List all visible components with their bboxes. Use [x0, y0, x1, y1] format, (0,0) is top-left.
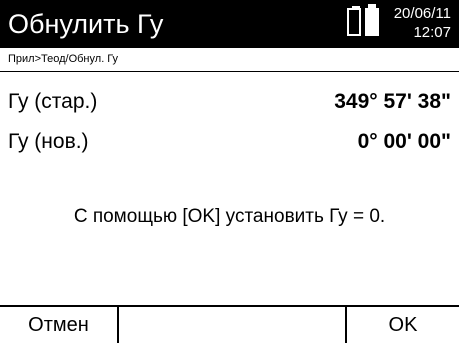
battery-empty-icon [347, 6, 361, 36]
battery-full-icon [365, 4, 379, 36]
instruction-message: С помощью [OK] установить Гу = 0. [73, 206, 386, 227]
breadcrumb: Прил>Теод/Обнул. Гу [8, 53, 119, 65]
new-hz-label: Гу (нов.) [8, 130, 89, 153]
softkey-bar: Отмен OK [0, 305, 459, 343]
new-hz-row: Гу (нов.) 0° 00' 00" [8, 127, 451, 157]
date-display: 20/06/11 [393, 5, 451, 22]
divider [0, 71, 459, 72]
cancel-softkey[interactable]: Отмен [0, 307, 119, 343]
title-bar: Обнулить Гу 20/06/11 12:07 [0, 0, 459, 48]
ok-softkey[interactable]: OK [345, 307, 459, 343]
time-display: 12:07 [413, 24, 451, 41]
old-hz-row: Гу (стар.) 349° 57' 38" [8, 87, 451, 117]
old-hz-value: 349° 57' 38" [334, 90, 451, 113]
empty-softkey[interactable] [119, 307, 345, 343]
new-hz-value: 0° 00' 00" [357, 130, 451, 153]
old-hz-label: Гу (стар.) [8, 90, 98, 113]
page-title: Обнулить Гу [8, 9, 164, 39]
